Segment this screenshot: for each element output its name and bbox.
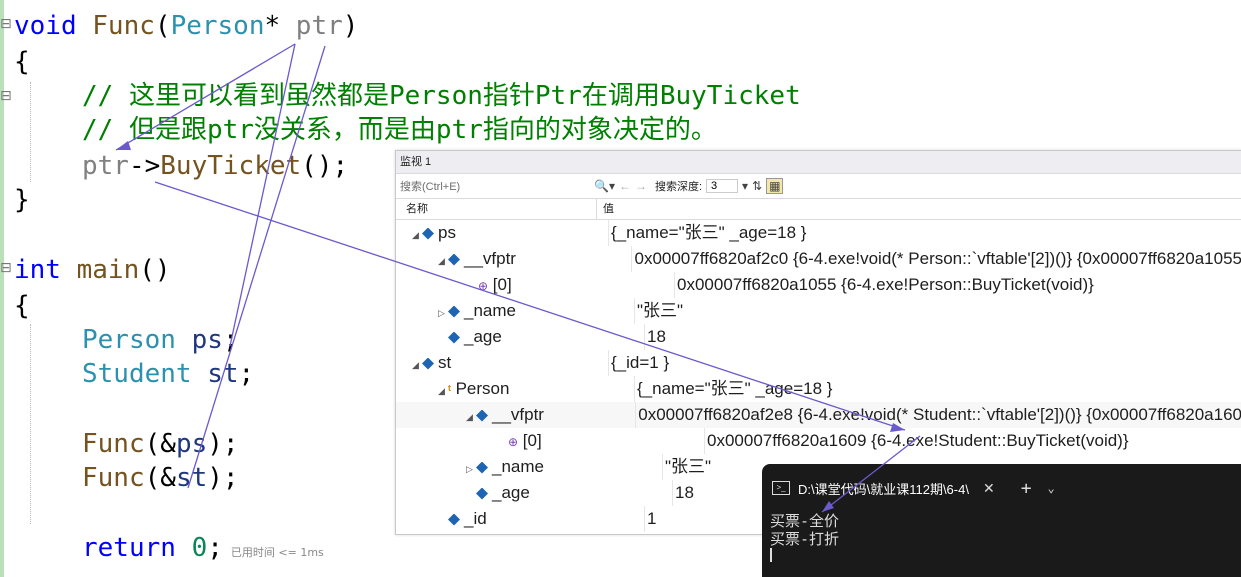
terminal-line: 买票-全价	[770, 512, 840, 530]
watch-window-title[interactable]: 监视 1	[396, 151, 1241, 174]
code-line-call-ps: Func(&ps);	[82, 429, 239, 459]
watch-row[interactable]: ◢ __vfptr 0x00007ff6820af2c0 {6-4.exe!voi…	[396, 246, 1241, 272]
code-line-virtual-call: ptr->BuyTicket();	[82, 151, 349, 181]
terminal-line: 买票-打折	[770, 530, 840, 548]
column-header-value[interactable]: 值	[597, 199, 614, 219]
close-icon[interactable]: ✕	[983, 480, 995, 497]
code-line-decl-person: Person ps;	[82, 325, 239, 355]
code-line-return: return 0; 已用时间 <= 1ms	[82, 533, 324, 563]
terminal-cursor	[770, 548, 772, 562]
code-line-call-st: Func(&st);	[82, 463, 239, 493]
field-icon	[448, 305, 460, 318]
array-item-icon: ⊕	[478, 279, 489, 293]
terminal-tab-bar: >_ D:\课堂代码\就业课112期\6-4\ ✕ + ⌄	[762, 464, 1241, 512]
new-tab-button[interactable]: +	[1021, 478, 1032, 499]
code-line-brace-open: {	[14, 47, 30, 77]
search-depth-label: 搜索深度:	[654, 181, 703, 193]
watch-row[interactable]: ◢ ᵗ Person {_name="张三" _age=18 }	[396, 376, 1241, 402]
watch-search-input[interactable]: 搜索(Ctrl+E)	[396, 178, 590, 194]
terminal-icon: >_	[772, 481, 790, 495]
field-icon	[476, 461, 488, 474]
search-icon[interactable]: 🔍▾	[594, 179, 615, 193]
collapse-triangle-icon[interactable]: ◢	[412, 222, 422, 248]
field-icon	[476, 409, 488, 422]
collapse-triangle-icon[interactable]: ◢	[438, 378, 448, 404]
terminal-tab[interactable]: >_ D:\课堂代码\就业课112期\6-4\ ✕	[772, 479, 995, 498]
variable-icon	[422, 357, 434, 370]
watch-row[interactable]: ⊕ [0] 0x00007ff6820a1609 {6-4.exe!Studen…	[396, 428, 1241, 454]
indent-guide	[30, 324, 31, 524]
collapse-triangle-icon[interactable]: ◢	[466, 404, 476, 430]
terminal-tab-title: D:\课堂代码\就业课112期\6-4\	[798, 481, 969, 497]
back-arrow-icon[interactable]: ←	[619, 179, 631, 193]
chevron-down-icon[interactable]: ⌄	[1048, 481, 1055, 495]
watch-row[interactable]: ⊕ [0] 0x00007ff6820a1055 {6-4.exe!Person…	[396, 272, 1241, 298]
base-class-icon: ᵗ	[448, 382, 451, 397]
pin-icon[interactable]: ⇅	[752, 179, 762, 193]
watch-row[interactable]: ◢ ps {_name="张三" _age=18 }	[396, 220, 1241, 246]
field-icon	[448, 513, 460, 526]
collapse-triangle-icon[interactable]: ◢	[438, 248, 448, 274]
variable-icon	[422, 227, 434, 240]
field-icon	[476, 487, 488, 500]
code-line-func-signature: void Func(Person* ptr)	[14, 11, 359, 41]
search-depth-select[interactable]: 3	[706, 179, 739, 193]
watch-row[interactable]: ◢ __vfptr 0x00007ff6820af2e8 {6-4.exe!voi…	[396, 402, 1241, 428]
expand-triangle-icon[interactable]: ▷	[466, 456, 476, 482]
code-line-brace-close: }	[14, 185, 30, 215]
fold-toggle-comment[interactable]: ⊟	[0, 88, 12, 104]
terminal-output[interactable]: 买票-全价 买票-打折	[762, 512, 1241, 566]
change-indicator-bar	[0, 0, 4, 577]
indent-guide	[30, 82, 31, 182]
grid-view-icon[interactable]: ▦	[766, 178, 784, 194]
watch-toolbar: 搜索(Ctrl+E) 🔍▾ ← → 搜索深度: 3 ▾ ⇅ ▦	[396, 174, 1241, 199]
field-icon	[448, 253, 460, 266]
code-line-decl-student: Student st;	[82, 359, 255, 389]
fold-toggle-func[interactable]: ⊟	[0, 16, 12, 32]
collapse-triangle-icon[interactable]: ◢	[412, 352, 422, 378]
fold-toggle-main[interactable]: ⊟	[0, 260, 12, 276]
terminal-window[interactable]: >_ D:\课堂代码\就业课112期\6-4\ ✕ + ⌄ 买票-全价 买票-打…	[762, 464, 1241, 577]
code-comment-1: // 这里可以看到虽然都是Person指针Ptr在调用BuyTicket	[82, 81, 801, 111]
arrow-st-to-ptr	[187, 45, 326, 489]
code-comment-2: // 但是跟ptr没关系，而是由ptr指向的对象决定的。	[82, 115, 717, 145]
array-item-icon: ⊕	[508, 435, 519, 449]
forward-arrow-icon[interactable]: →	[635, 179, 647, 193]
elapsed-time-hint: 已用时间 <= 1ms	[230, 546, 324, 559]
watch-row[interactable]: ▷ _name "张三"	[396, 298, 1241, 324]
watch-column-headers: 名称 值	[396, 199, 1241, 220]
field-icon	[448, 331, 460, 344]
watch-row[interactable]: _age 18	[396, 324, 1241, 350]
code-line-main-signature: int main()	[14, 255, 171, 285]
watch-row[interactable]: ◢ st {_id=1 }	[396, 350, 1241, 376]
chevron-down-icon[interactable]: ▾	[742, 179, 748, 193]
code-line-main-brace-open: {	[14, 291, 30, 321]
column-header-name[interactable]: 名称	[396, 199, 597, 219]
expand-triangle-icon[interactable]: ▷	[438, 300, 448, 326]
